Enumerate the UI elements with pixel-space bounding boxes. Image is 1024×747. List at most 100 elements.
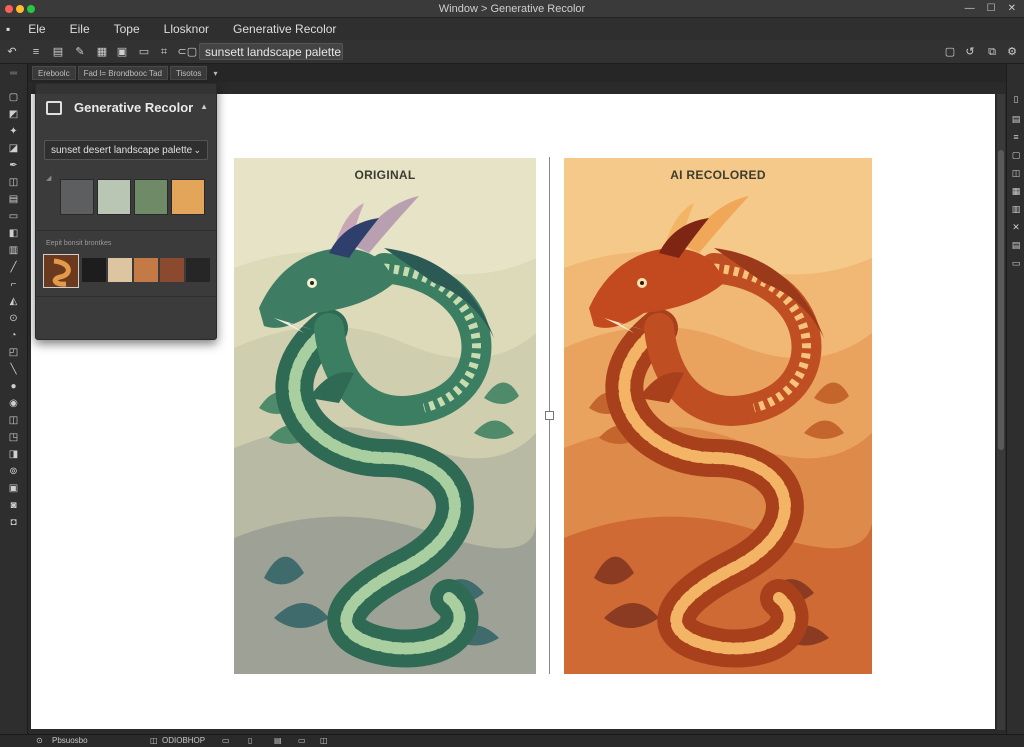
grip-icon: ═	[9, 68, 18, 79]
swatches-icon[interactable]: ▦	[1010, 186, 1022, 197]
recolor-icon	[46, 101, 62, 115]
comments-icon[interactable]: ▢	[1010, 150, 1022, 161]
original-artwork[interactable]: ORIGINAL	[234, 158, 536, 674]
paintbrush-tool-icon[interactable]: ▥	[7, 245, 20, 257]
sample-swatch-4[interactable]	[160, 258, 184, 282]
sample-swatch-1[interactable]	[82, 258, 106, 282]
menu-item-3[interactable]: Llosknor	[152, 22, 221, 36]
eyedropper-small-icon[interactable]: ◢	[46, 174, 51, 182]
pen-icon[interactable]: ✎	[74, 46, 86, 58]
share-icon[interactable]: ⧉	[986, 46, 998, 58]
type-tool-icon[interactable]: ▤	[7, 194, 20, 206]
recolored-artwork[interactable]: AI RECOLORED	[564, 158, 872, 674]
mesh-tool-icon[interactable]: ◫	[7, 415, 20, 427]
document-tab-bar: Ereboolc Fad l= Brondbooc Tad Tisotos ▾	[28, 64, 1006, 82]
color-panel-icon[interactable]: ◫	[1010, 168, 1022, 179]
layers-icon[interactable]: ▤	[52, 46, 64, 58]
frame-icon[interactable]: ▭	[138, 46, 150, 58]
image-icon[interactable]: ▣	[116, 46, 128, 58]
crop-icon[interactable]: ⌗	[158, 46, 170, 58]
menu-bar: ▪ Ele Eile Tope Llosknor Generative Reco…	[0, 18, 1024, 40]
symbol-tool-icon[interactable]: ▣	[7, 483, 20, 495]
menu-item-0[interactable]: Ele	[16, 22, 57, 36]
status-artboard-icon[interactable]: ▭	[222, 736, 230, 745]
sample-image-thumbnail[interactable]	[43, 254, 79, 288]
prompt-dropdown[interactable]: sunset desert landscape palette ⌄	[44, 140, 208, 160]
prompt-chip[interactable]: sunsett landscape palette	[199, 43, 343, 60]
pathfinder-icon[interactable]: ▭	[1010, 258, 1022, 269]
width-tool-icon[interactable]: ◰	[7, 347, 20, 359]
compare-divider-handle[interactable]	[545, 411, 554, 420]
right-panel-dock: ▯ ▤ ≡ ▢ ◫ ▦ ▥ ✕ ▤ ▭	[1006, 64, 1024, 734]
tab-0[interactable]: Ereboolc	[32, 66, 76, 80]
line-tool-icon[interactable]: ▭	[7, 211, 20, 223]
sample-swatch-2[interactable]	[108, 258, 132, 282]
curvature-tool-icon[interactable]: ◫	[7, 177, 20, 189]
panel-title: Generative Recolor	[74, 100, 194, 115]
status-snap-icon[interactable]: ◫	[320, 736, 328, 745]
sample-swatch-3[interactable]	[134, 258, 158, 282]
direct-select-tool-icon[interactable]: ◩	[7, 109, 20, 121]
window-minimize-icon[interactable]: —	[965, 3, 975, 14]
chat-icon[interactable]: ▢	[944, 46, 956, 58]
pen-tool-icon[interactable]: ✒	[7, 160, 20, 172]
settings-icon[interactable]: ⚙	[1006, 46, 1018, 58]
status-nav-icon[interactable]: ◫	[150, 736, 158, 745]
palette-swatch-1[interactable]	[60, 179, 94, 215]
select-tool-icon[interactable]: ▢	[7, 92, 20, 104]
original-label: ORIGINAL	[354, 168, 416, 182]
undo-icon[interactable]: ↶	[6, 46, 18, 58]
chevron-down-icon: ⌄	[193, 145, 201, 155]
blend-tool-icon[interactable]: ⊚	[7, 466, 20, 478]
tools-panel: ═ ▢ ◩ ✦ ◪ ✒ ◫ ▤ ▭ ◧ ▥ ╱ ⌐ ◭ ⊙ ◔ ◰ ╲ ● ◉ …	[0, 64, 28, 734]
layers-panel-icon[interactable]: ▤	[1010, 114, 1022, 125]
menu-item-1[interactable]: Eile	[58, 22, 102, 36]
palette-swatch-3[interactable]	[134, 179, 168, 215]
status-zoom-icon[interactable]: ⊙	[36, 736, 43, 745]
panel-drag-bar[interactable]	[36, 84, 216, 94]
panel-divider	[36, 230, 216, 231]
menu-item-2[interactable]: Tope	[102, 22, 152, 36]
palette-swatch-4[interactable]	[171, 179, 205, 215]
panel-divider-2	[36, 296, 216, 297]
gradient-tool-icon[interactable]: ◳	[7, 432, 20, 444]
recolored-label: AI RECOLORED	[670, 168, 766, 182]
status-grid-icon[interactable]: ▤	[274, 736, 282, 745]
pencil-tool-icon[interactable]: ╱	[7, 262, 20, 274]
tab-2[interactable]: Tisotos	[169, 66, 208, 80]
palette-swatch-2[interactable]	[97, 179, 131, 215]
lasso-tool-icon[interactable]: ◪	[7, 143, 20, 155]
fill-stroke-icon[interactable]: ◘	[7, 517, 20, 529]
tab-overflow-chevron-icon[interactable]: ▾	[213, 69, 217, 78]
app-menu-icon[interactable]: ▪	[0, 22, 16, 36]
status-guide-icon[interactable]: ▭	[298, 736, 306, 745]
scrollbar-thumb[interactable]	[998, 150, 1004, 450]
magic-wand-tool-icon[interactable]: ✦	[7, 126, 20, 138]
sample-swatch-5[interactable]	[186, 258, 210, 282]
eyedropper-tool-icon[interactable]: ◨	[7, 449, 20, 461]
tab-1[interactable]: Fad l= Brondbooc Tad	[77, 66, 168, 80]
perspective-tool-icon[interactable]: ◉	[7, 398, 20, 410]
window-close-icon[interactable]: ✕	[1008, 3, 1016, 14]
shaper-tool-icon[interactable]: ⌐	[7, 279, 20, 291]
rectangle-tool-icon[interactable]: ◧	[7, 228, 20, 240]
collapse-chevron-icon[interactable]: ▲	[200, 102, 208, 111]
libraries-icon[interactable]: ≡	[1010, 132, 1022, 143]
rotate-tool-icon[interactable]: ⊙	[7, 313, 20, 325]
artboard-tool-icon[interactable]: ◙	[7, 500, 20, 512]
text-frame-icon[interactable]: ▢	[186, 46, 198, 58]
scale-tool-icon[interactable]: ◔	[7, 330, 20, 342]
grid-icon[interactable]: ▦	[96, 46, 108, 58]
warp-tool-icon[interactable]: ╲	[7, 364, 20, 376]
eraser-tool-icon[interactable]: ◭	[7, 296, 20, 308]
history-icon[interactable]: ↺	[964, 46, 976, 58]
window-restore-icon[interactable]: ☐	[987, 3, 996, 14]
shape-builder-tool-icon[interactable]: ●	[7, 381, 20, 393]
brushes-icon[interactable]: ▥	[1010, 204, 1022, 215]
status-toggle-icon[interactable]: ▯	[248, 736, 252, 745]
menu-lines-icon[interactable]: ≡	[30, 46, 42, 58]
menu-item-4[interactable]: Generative Recolor	[221, 22, 348, 36]
properties-icon[interactable]: ▯	[1010, 94, 1022, 105]
align-icon[interactable]: ▤	[1010, 240, 1022, 251]
symbols-icon[interactable]: ✕	[1010, 222, 1022, 233]
